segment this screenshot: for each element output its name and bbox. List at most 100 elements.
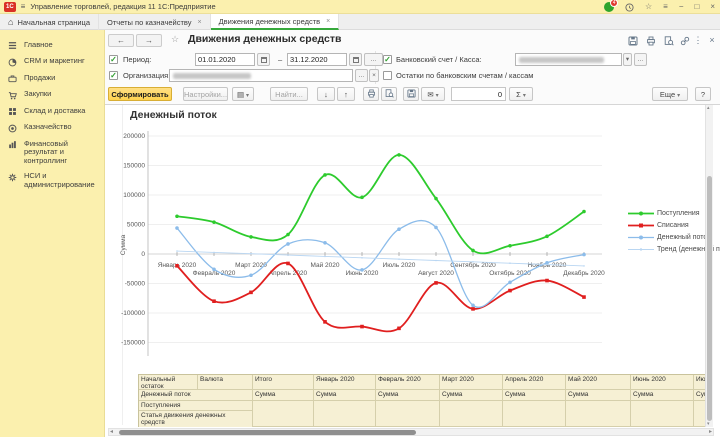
scroll-down-icon[interactable]: ▾ bbox=[707, 421, 710, 427]
table-column-header[interactable]: Февраль 2020 bbox=[376, 375, 440, 390]
table-month-columns: ИтогоСуммаЯнварь 2020СуммаФевраль 2020Су… bbox=[253, 375, 706, 427]
table-header-opening-balance[interactable]: Начальный остаток bbox=[139, 375, 198, 390]
favorite-star-icon[interactable]: ☆ bbox=[171, 34, 179, 45]
settings-button[interactable]: Настройки... bbox=[183, 87, 228, 101]
print-button[interactable] bbox=[363, 87, 379, 101]
service-menu-icon[interactable]: ≡ bbox=[663, 2, 668, 12]
table-sum-cell[interactable]: Сумма bbox=[503, 390, 566, 401]
tab-bar: ⌂ Начальная страница Отчеты по казначейс… bbox=[0, 14, 720, 30]
table-empty-cell[interactable] bbox=[440, 401, 503, 427]
calendar-icon[interactable] bbox=[257, 53, 270, 66]
print-preview-button[interactable] bbox=[381, 87, 397, 101]
sidebar-item-crm[interactable]: CRM и маркетинг bbox=[0, 54, 104, 71]
table-column-header[interactable]: Март 2020 bbox=[440, 375, 503, 390]
sum-field[interactable] bbox=[451, 87, 506, 101]
scroll-left-icon[interactable]: ◂ bbox=[110, 428, 113, 436]
table-row-cash-flow-item[interactable]: Статья движения денежных средств bbox=[139, 411, 253, 427]
main-menu-icon[interactable]: ≡ bbox=[21, 2, 26, 12]
collapse-groups-button[interactable]: ↓ bbox=[317, 87, 335, 101]
table-row-receipts[interactable]: Поступления bbox=[139, 401, 253, 411]
table-empty-cell[interactable] bbox=[566, 401, 631, 427]
horizontal-scroll-thumb[interactable] bbox=[119, 430, 416, 435]
close-window-button[interactable]: × bbox=[710, 2, 715, 12]
table-sum-cell[interactable]: Сумма bbox=[631, 390, 694, 401]
link-icon[interactable] bbox=[679, 35, 691, 47]
sidebar-item-treasury[interactable]: Казначейство bbox=[0, 120, 104, 137]
sidebar-item-admin[interactable]: НСИ и администрирование bbox=[0, 169, 104, 193]
table-sum-cell[interactable]: Сумма bbox=[440, 390, 503, 401]
close-tab-icon[interactable]: × bbox=[197, 19, 201, 26]
report-variants-button[interactable]: ▤▾ bbox=[232, 87, 254, 101]
tab-treasury-reports[interactable]: Отчеты по казначейству × bbox=[99, 14, 211, 30]
table-empty-cell[interactable] bbox=[376, 401, 440, 427]
table-empty-cell[interactable] bbox=[314, 401, 376, 427]
bank-ellipsis-button[interactable]: ... bbox=[634, 53, 647, 66]
sidebar-item-main[interactable]: Главное bbox=[0, 37, 104, 54]
more-dots-icon[interactable]: ⋮ bbox=[692, 35, 704, 47]
bank-account-field[interactable] bbox=[515, 53, 622, 66]
organization-field[interactable] bbox=[169, 69, 353, 82]
scroll-right-icon[interactable]: ▸ bbox=[709, 428, 712, 436]
help-button[interactable]: ? bbox=[695, 87, 711, 101]
calendar-icon[interactable] bbox=[349, 53, 362, 66]
svg-text:Декабрь 2020: Декабрь 2020 bbox=[563, 269, 605, 277]
more-button[interactable]: Еще▾ bbox=[652, 87, 688, 101]
generate-button[interactable]: Сформировать bbox=[108, 87, 172, 101]
balances-checkbox[interactable] bbox=[383, 71, 392, 80]
report-table: Начальный остаток Валюта Денежный поток … bbox=[138, 374, 706, 427]
sidebar-item-warehouse[interactable]: Склад и доставка bbox=[0, 103, 104, 120]
save-icon[interactable] bbox=[627, 35, 639, 47]
find-button[interactable]: Найти... bbox=[270, 87, 308, 101]
history-icon[interactable] bbox=[625, 3, 634, 12]
expand-groups-button[interactable]: ↑ bbox=[337, 87, 355, 101]
table-empty-cell[interactable] bbox=[631, 401, 694, 427]
close-report-icon[interactable]: × bbox=[706, 35, 718, 47]
table-column-header[interactable]: Январь 2020 bbox=[314, 375, 376, 390]
grid-icon bbox=[8, 107, 18, 117]
svg-text:-50000: -50000 bbox=[125, 281, 146, 288]
period-ellipsis-button[interactable]: ... bbox=[364, 53, 383, 66]
organization-checkbox[interactable]: ✓ bbox=[109, 71, 118, 80]
maximize-button[interactable]: □ bbox=[694, 2, 699, 12]
tab-home[interactable]: ⌂ Начальная страница bbox=[0, 14, 99, 30]
organization-clear-button[interactable]: × bbox=[369, 69, 379, 82]
table-row-cash-flow[interactable]: Денежный поток bbox=[139, 390, 253, 401]
scroll-up-icon[interactable]: ▴ bbox=[707, 105, 710, 111]
vertical-scroll-thumb[interactable] bbox=[707, 176, 712, 421]
tab-cash-flow[interactable]: Движения денежных средств × bbox=[211, 14, 340, 30]
sidebar-item-finance[interactable]: Финансовый результат и контроллинг bbox=[0, 136, 104, 169]
minimize-button[interactable]: − bbox=[679, 2, 684, 12]
period-from-input[interactable] bbox=[195, 53, 255, 66]
organization-ellipsis-button[interactable]: ... bbox=[355, 69, 368, 82]
forward-button[interactable]: → bbox=[136, 34, 162, 47]
table-column-header[interactable]: Апрель 2020 bbox=[503, 375, 566, 390]
print-icon[interactable] bbox=[645, 35, 657, 47]
table-sum-cell[interactable]: Сумма bbox=[376, 390, 440, 401]
discussions-icon[interactable]: 4 bbox=[604, 2, 614, 12]
bank-account-checkbox[interactable]: ✓ bbox=[383, 55, 392, 64]
sidebar-item-sales[interactable]: Продажи bbox=[0, 70, 104, 87]
send-email-button[interactable]: ✉▾ bbox=[421, 87, 445, 101]
table-header-currency[interactable]: Валюта bbox=[198, 375, 253, 390]
sidebar-item-purchases[interactable]: Закупки bbox=[0, 87, 104, 104]
period-checkbox[interactable]: ✓ bbox=[109, 55, 118, 64]
bank-dropdown-button[interactable]: ▾ bbox=[623, 53, 632, 66]
menu-icon bbox=[8, 41, 18, 51]
autosum-button[interactable]: Σ▾ bbox=[509, 87, 533, 101]
preview-icon[interactable] bbox=[663, 35, 675, 47]
period-to-input[interactable] bbox=[287, 53, 347, 66]
table-column-header[interactable]: Итого bbox=[253, 375, 314, 390]
favorites-star-icon[interactable]: ☆ bbox=[645, 2, 652, 12]
vertical-scrollbar[interactable]: ▴ ▾ bbox=[705, 105, 713, 427]
horizontal-scrollbar[interactable]: ◂ ▸ bbox=[108, 428, 714, 436]
table-column-header[interactable]: Июнь 2020 bbox=[631, 375, 694, 390]
table-sum-cell[interactable]: Сумма bbox=[314, 390, 376, 401]
table-empty-cell[interactable] bbox=[253, 401, 314, 427]
back-button[interactable]: ← bbox=[108, 34, 134, 47]
table-empty-cell[interactable] bbox=[503, 401, 566, 427]
table-sum-cell[interactable]: Сумма bbox=[253, 390, 314, 401]
table-column-header[interactable]: Май 2020 bbox=[566, 375, 631, 390]
table-sum-cell[interactable]: Сумма bbox=[566, 390, 631, 401]
close-tab-icon[interactable]: × bbox=[326, 18, 330, 25]
save-file-button[interactable] bbox=[403, 87, 419, 101]
